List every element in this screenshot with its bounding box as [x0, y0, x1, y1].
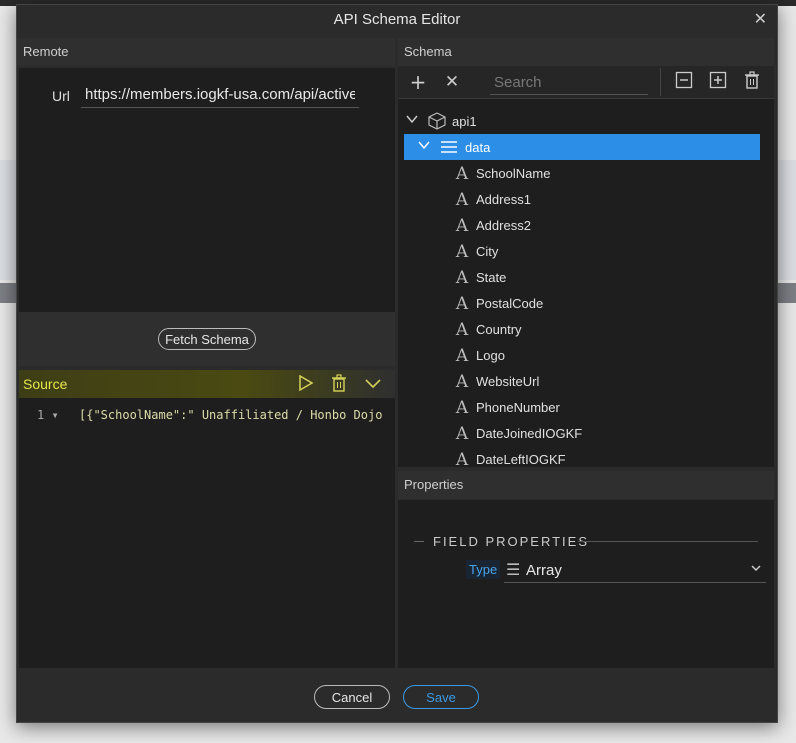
chevron-down-icon[interactable]	[406, 113, 418, 129]
string-type-icon: A	[455, 294, 469, 314]
code-line: [{"SchoolName":" Unaffiliated / Honbo Do…	[79, 408, 383, 422]
save-button[interactable]: Save	[403, 685, 479, 709]
source-editor[interactable]: 1 ▾ [{"SchoolName":" Unaffiliated / Honb…	[19, 398, 395, 668]
string-type-icon: A	[455, 424, 469, 444]
trash-icon[interactable]	[329, 374, 349, 394]
tree-node-api1[interactable]: api1	[398, 108, 774, 134]
string-type-icon: A	[455, 164, 469, 184]
properties-panel: FIELD PROPERTIES Type ☰ Array	[398, 500, 774, 668]
tree-field-label: Address2	[476, 218, 531, 233]
line-number: 1 ▾	[37, 408, 59, 422]
url-label: Url	[52, 88, 70, 104]
list-icon: ☰	[506, 560, 521, 579]
add-icon[interactable]: +	[406, 70, 430, 94]
string-type-icon: A	[455, 242, 469, 262]
cube-icon	[428, 112, 446, 134]
tree-field-row[interactable]: A SchoolName	[398, 160, 774, 186]
string-type-icon: A	[455, 320, 469, 340]
schema-header: Schema	[398, 38, 774, 66]
tree-field-label: SchoolName	[476, 166, 551, 181]
dialog-footer: Cancel Save	[17, 669, 777, 722]
close-icon[interactable]: ✕	[754, 5, 767, 35]
string-type-icon: A	[455, 268, 469, 288]
string-type-icon: A	[455, 398, 469, 418]
source-title: Source	[23, 376, 68, 392]
search-input[interactable]	[490, 71, 648, 95]
delete-icon[interactable]	[740, 70, 764, 94]
tree-field-row[interactable]: A State	[398, 264, 774, 290]
properties-header: Properties	[398, 471, 774, 499]
chevron-down-icon[interactable]	[418, 139, 430, 155]
tree-field-row[interactable]: A Country	[398, 316, 774, 342]
tree-node-data[interactable]: data	[404, 134, 760, 160]
source-header: Source	[19, 370, 395, 398]
tree-field-row[interactable]: A Logo	[398, 342, 774, 368]
tree-field-label: PostalCode	[476, 296, 544, 311]
schema-tree: api1 data A SchoolName A Address1 A Address2 A…	[398, 99, 774, 467]
type-label: Type	[466, 560, 501, 579]
string-type-icon: A	[455, 346, 469, 366]
field-properties-title: FIELD PROPERTIES	[433, 534, 590, 549]
play-icon[interactable]	[295, 374, 315, 394]
tree-field-row[interactable]: A City	[398, 238, 774, 264]
list-icon	[440, 139, 458, 159]
expand-all-icon[interactable]	[706, 70, 730, 94]
tree-field-label: DateLeftIOGKF	[476, 452, 566, 467]
tree-field-row[interactable]: A DateLeftIOGKF	[398, 446, 774, 467]
tree-node-label: data	[465, 140, 491, 155]
fetch-area: Fetch Schema	[19, 312, 395, 366]
cancel-button[interactable]: Cancel	[314, 685, 390, 709]
divider	[414, 541, 424, 542]
url-input[interactable]	[81, 82, 359, 108]
api-schema-editor-dialog: API Schema Editor ✕ Remote Url Fetch Sch…	[16, 4, 778, 723]
string-type-icon: A	[455, 450, 469, 467]
tree-field-row[interactable]: A PhoneNumber	[398, 394, 774, 420]
tree-field-label: Address1	[476, 192, 531, 207]
fetch-schema-button[interactable]: Fetch Schema	[158, 328, 256, 350]
chevron-down-icon[interactable]	[363, 374, 383, 394]
string-type-icon: A	[455, 372, 469, 392]
remote-header: Remote	[17, 38, 395, 66]
chevron-down-icon	[750, 562, 762, 577]
tree-field-label: WebsiteUrl	[476, 374, 540, 389]
tree-field-row[interactable]: A DateJoinedIOGKF	[398, 420, 774, 446]
schema-toolbar: + ✕	[398, 66, 774, 99]
tree-node-label: api1	[452, 114, 477, 129]
tree-field-label: State	[476, 270, 507, 285]
divider	[578, 541, 758, 542]
tree-field-row[interactable]: A PostalCode	[398, 290, 774, 316]
type-select[interactable]: ☰ Array	[504, 558, 766, 583]
tree-field-row[interactable]: A WebsiteUrl	[398, 368, 774, 394]
remove-icon[interactable]: ✕	[440, 70, 464, 94]
tree-field-label: City	[476, 244, 499, 259]
type-value: Array	[526, 562, 562, 579]
remote-panel: Url	[19, 68, 395, 312]
tree-field-label: Logo	[476, 348, 505, 363]
string-type-icon: A	[455, 216, 469, 236]
collapse-all-icon[interactable]	[672, 70, 696, 94]
tree-field-label: PhoneNumber	[476, 400, 560, 415]
tree-field-row[interactable]: A Address1	[398, 186, 774, 212]
dialog-titlebar: API Schema Editor ✕	[17, 5, 777, 35]
tree-field-label: Country	[476, 322, 522, 337]
toolbar-separator	[660, 68, 661, 96]
tree-field-row[interactable]: A Address2	[398, 212, 774, 238]
string-type-icon: A	[455, 190, 469, 210]
dialog-title: API Schema Editor	[333, 11, 461, 28]
tree-field-label: DateJoinedIOGKF	[476, 426, 583, 441]
